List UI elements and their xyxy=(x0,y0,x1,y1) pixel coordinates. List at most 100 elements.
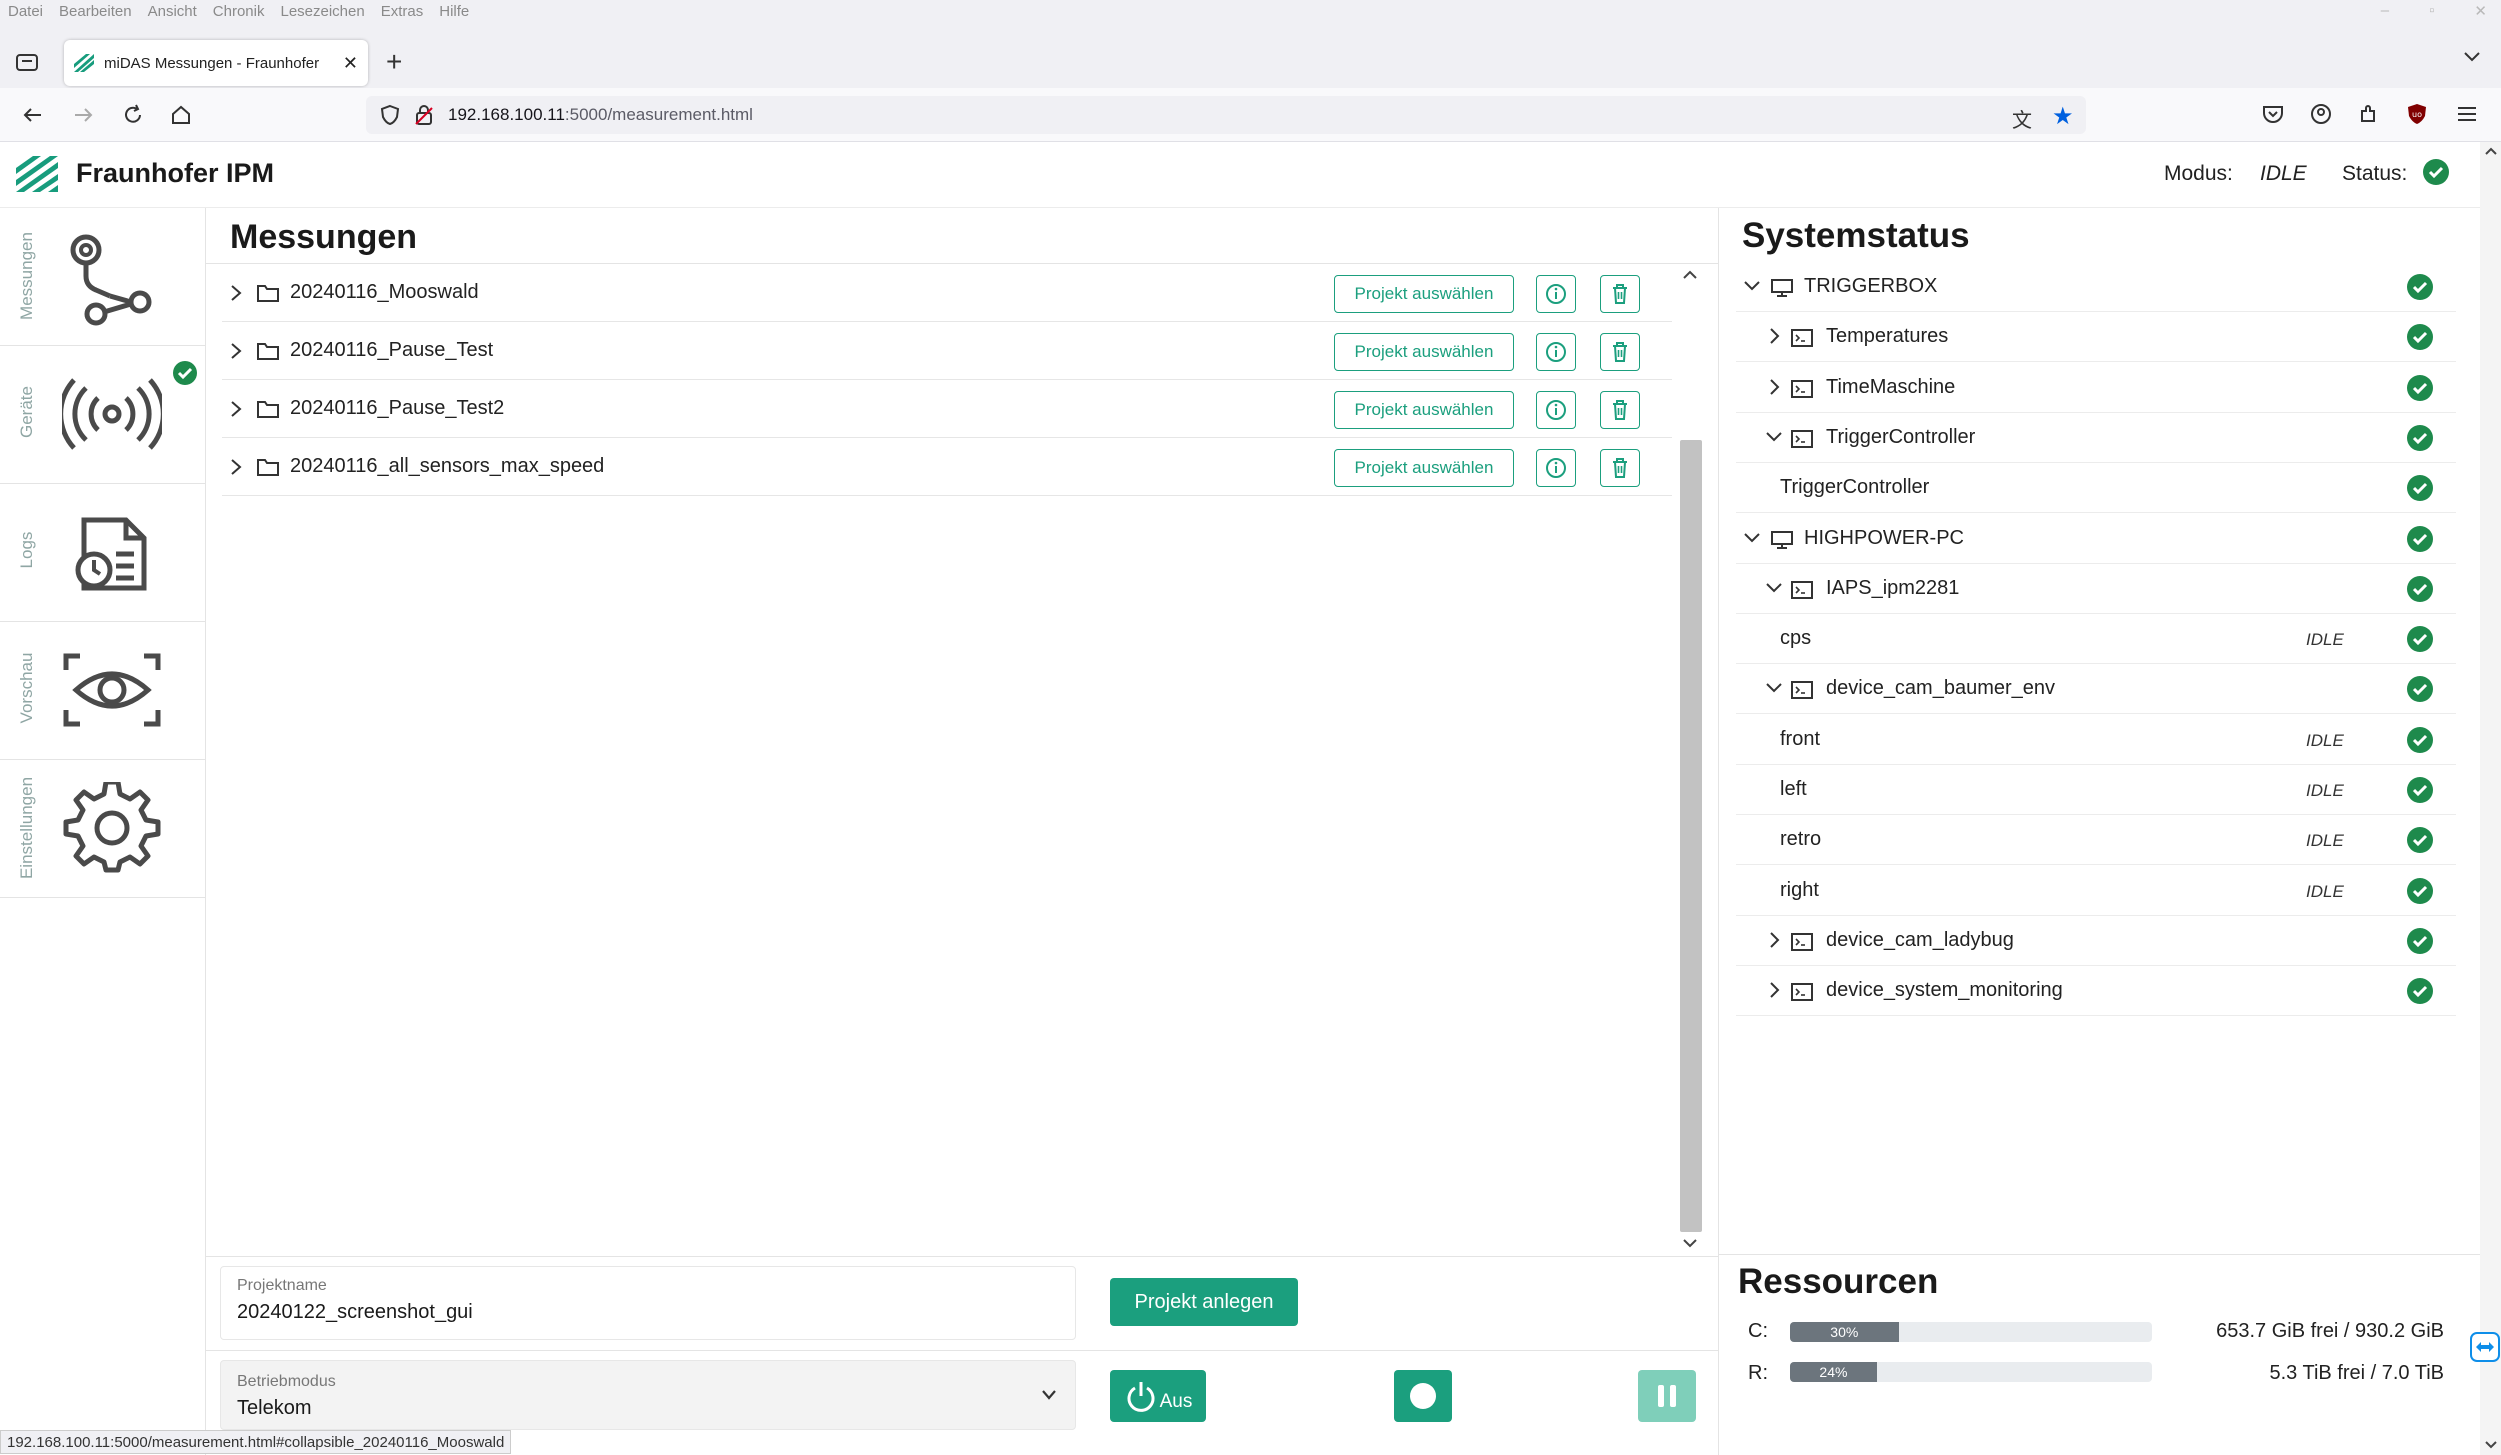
menu-item-hilfe[interactable]: Hilfe xyxy=(439,3,469,20)
measurement-row[interactable]: 20240116_Mooswald Projekt auswählen xyxy=(222,264,1672,322)
chevron-down-icon[interactable] xyxy=(1764,678,1784,698)
chevron-down-icon[interactable] xyxy=(1764,427,1784,447)
info-button[interactable] xyxy=(1536,391,1576,429)
status-row[interactable]: device_cam_baumer_env xyxy=(1736,664,2456,715)
status-ok-icon xyxy=(2406,776,2434,804)
menu-item-extras[interactable]: Extras xyxy=(381,3,424,20)
status-row[interactable]: TriggerController xyxy=(1736,413,2456,463)
chevron-right-icon[interactable] xyxy=(1764,930,1784,950)
chevron-right-icon[interactable] xyxy=(228,341,244,361)
sidebar-label-messungen: Messungen xyxy=(17,232,36,320)
page-scroll-up-icon[interactable] xyxy=(2484,146,2498,156)
select-project-button[interactable]: Projekt auswählen xyxy=(1334,333,1514,371)
hamburger-menu-icon[interactable] xyxy=(2456,104,2478,124)
menu-item-chronik[interactable]: Chronik xyxy=(213,3,265,20)
translate-icon[interactable]: 文 xyxy=(2012,104,2032,133)
measurements-scrollbar-thumb[interactable] xyxy=(1680,440,1702,1232)
measurement-row[interactable]: 20240116_Pause_Test Projekt auswählen xyxy=(222,322,1672,380)
menu-item-lesezeichen[interactable]: Lesezeichen xyxy=(280,3,364,20)
measurement-row[interactable]: 20240116_Pause_Test2 Projekt auswählen xyxy=(222,380,1672,438)
create-project-button[interactable]: Projekt anlegen xyxy=(1110,1278,1298,1326)
operation-mode-select[interactable]: Betriebmodus Telekom xyxy=(220,1360,1076,1430)
tab-overview-icon[interactable] xyxy=(14,50,40,74)
menu-item-bearbeiten[interactable]: Bearbeiten xyxy=(59,3,132,20)
measurements-title: Messungen xyxy=(230,218,418,256)
info-button[interactable] xyxy=(1536,449,1576,487)
url-text[interactable]: 192.168.100.11:5000/measurement.html xyxy=(448,105,753,125)
status-row[interactable]: Temperatures xyxy=(1736,312,2456,363)
status-label: Status: xyxy=(2342,162,2408,185)
info-icon xyxy=(1545,341,1567,363)
power-off-button[interactable]: Aus xyxy=(1110,1370,1206,1422)
shield-icon[interactable] xyxy=(380,104,400,126)
sidebar-item-logs[interactable]: Logs xyxy=(0,484,206,622)
info-button[interactable] xyxy=(1536,333,1576,371)
measurement-row[interactable]: 20240116_all_sensors_max_speed Projekt a… xyxy=(222,438,1672,496)
sidebar-item-einstellungen[interactable]: Einstellungen xyxy=(0,760,206,898)
controls-divider xyxy=(206,1256,1718,1257)
chevron-right-icon[interactable] xyxy=(1764,326,1784,346)
close-window-icon[interactable]: ✕ xyxy=(2474,2,2487,20)
sidebar-item-vorschau[interactable]: Vorschau xyxy=(0,622,206,760)
status-row[interactable]: IAPS_ipm2281 xyxy=(1736,564,2456,614)
status-row[interactable]: device_system_monitoring xyxy=(1736,966,2456,1017)
sidebar-item-messungen[interactable]: Messungen xyxy=(0,208,206,346)
chevron-right-icon[interactable] xyxy=(1764,377,1784,397)
insecure-lock-icon[interactable] xyxy=(414,104,434,126)
page-scrollbar[interactable] xyxy=(2480,142,2501,1455)
select-project-button[interactable]: Projekt auswählen xyxy=(1334,449,1514,487)
home-icon[interactable] xyxy=(164,98,198,132)
status-row[interactable]: device_cam_ladybug xyxy=(1736,916,2456,966)
delete-button[interactable] xyxy=(1600,449,1640,487)
delete-button[interactable] xyxy=(1600,275,1640,313)
status-row[interactable]: HIGHPOWER-PC xyxy=(1736,514,2456,564)
back-arrow-icon[interactable] xyxy=(16,98,50,132)
chevron-down-icon[interactable] xyxy=(1742,528,1762,548)
reload-icon[interactable] xyxy=(116,98,150,132)
chevron-right-icon[interactable] xyxy=(228,283,244,303)
chevron-right-icon[interactable] xyxy=(228,399,244,419)
status-row-name: retro xyxy=(1780,828,1822,851)
tab-strip xyxy=(0,22,2501,88)
project-name-field[interactable]: Projektname 20240122_screenshot_gui xyxy=(220,1266,1076,1340)
url-bar[interactable]: 192.168.100.11:5000/measurement.html xyxy=(366,96,2086,134)
teamviewer-icon[interactable] xyxy=(2470,1332,2500,1362)
browser-tab[interactable]: miDAS Messungen - Fraunhofer ✕ xyxy=(64,40,368,86)
measurement-name: 20240116_Pause_Test2 xyxy=(290,397,505,419)
sidebar-item-geraete[interactable]: Geräte xyxy=(0,346,206,484)
chevron-down-icon[interactable] xyxy=(1742,276,1762,296)
pause-button[interactable] xyxy=(1638,1370,1696,1422)
status-ok-icon xyxy=(2406,675,2434,703)
delete-button[interactable] xyxy=(1600,391,1640,429)
delete-button[interactable] xyxy=(1600,333,1640,371)
ublock-shield-icon[interactable]: uo xyxy=(2406,103,2428,125)
pocket-icon[interactable] xyxy=(2262,104,2284,124)
extensions-icon[interactable] xyxy=(2358,103,2380,125)
chevron-right-icon[interactable] xyxy=(228,457,244,477)
scroll-up-arrow-icon[interactable] xyxy=(1680,268,1700,282)
monitor-icon xyxy=(1770,530,1794,550)
menu-item-datei[interactable]: Datei xyxy=(8,3,43,20)
chevron-down-icon xyxy=(1039,1387,1059,1403)
bookmark-star-icon[interactable]: ★ xyxy=(2052,102,2074,131)
scroll-down-arrow-icon[interactable] xyxy=(1680,1236,1700,1250)
record-button[interactable] xyxy=(1394,1370,1452,1422)
project-name-input[interactable]: 20240122_screenshot_gui xyxy=(237,1301,473,1324)
chevron-right-icon[interactable] xyxy=(1764,980,1784,1000)
menu-item-ansicht[interactable]: Ansicht xyxy=(148,3,197,20)
minimize-icon[interactable]: – xyxy=(2381,2,2389,20)
select-project-button[interactable]: Projekt auswählen xyxy=(1334,391,1514,429)
chevron-down-icon[interactable] xyxy=(1764,578,1784,598)
status-row[interactable]: TimeMaschine xyxy=(1736,363,2456,413)
tab-list-chevron-down-icon[interactable] xyxy=(2462,46,2482,66)
select-project-button[interactable]: Projekt auswählen xyxy=(1334,275,1514,313)
page-scroll-down-icon[interactable] xyxy=(2484,1440,2498,1450)
info-button[interactable] xyxy=(1536,275,1576,313)
close-tab-icon[interactable]: ✕ xyxy=(343,53,358,74)
status-row[interactable]: TRIGGERBOX xyxy=(1736,262,2456,312)
new-tab-icon[interactable]: + xyxy=(386,46,402,78)
maximize-icon[interactable]: ▫ xyxy=(2429,2,2434,20)
forward-arrow-icon[interactable] xyxy=(66,98,100,132)
account-icon[interactable] xyxy=(2310,103,2332,125)
pause-icon xyxy=(1655,1383,1679,1409)
